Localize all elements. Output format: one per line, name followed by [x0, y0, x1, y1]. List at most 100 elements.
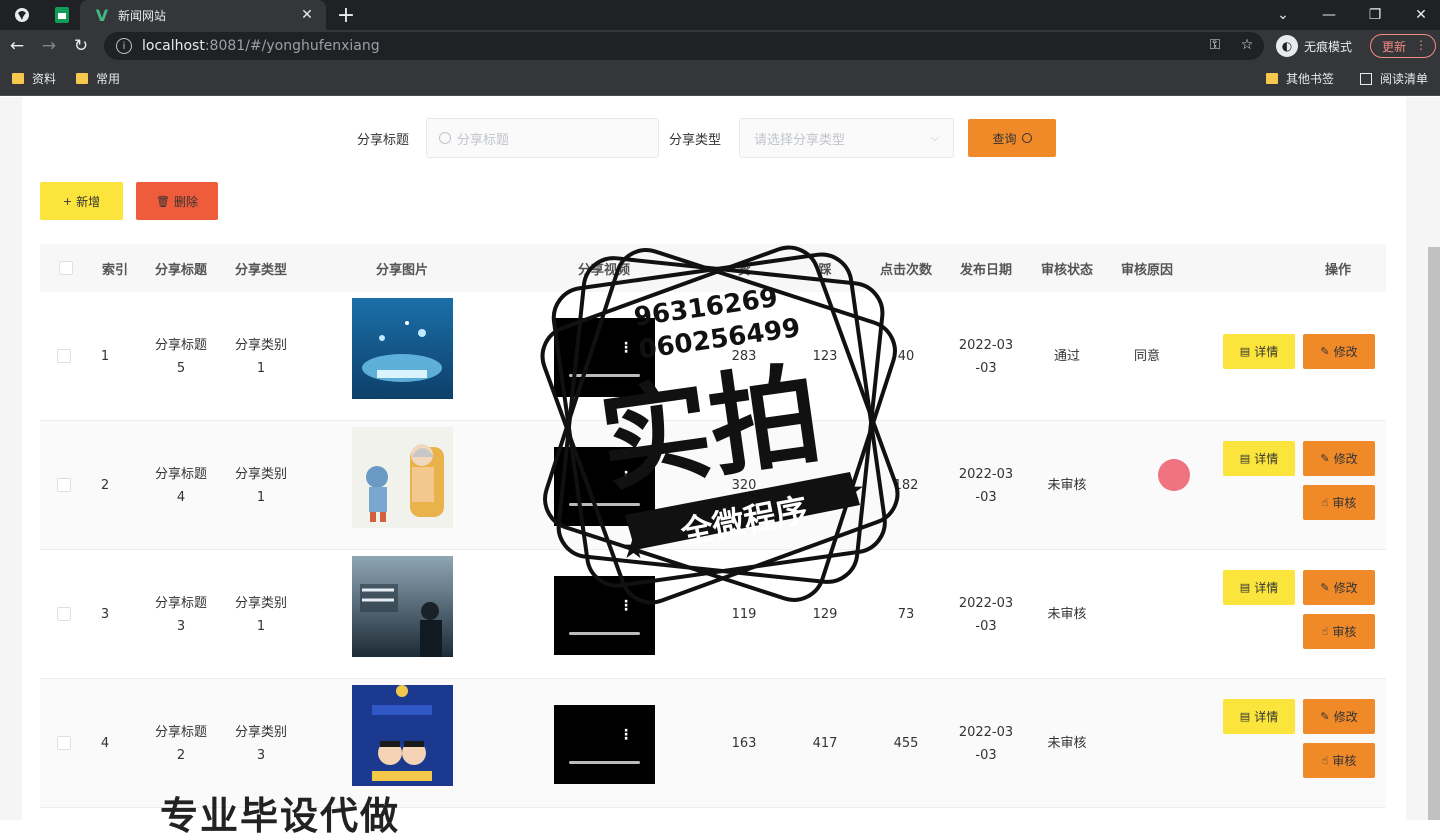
cell-likes: 283 [731, 349, 757, 364]
share-video[interactable]: ⋮ [554, 318, 655, 397]
detail-button[interactable]: ▤ 详情 [1223, 570, 1295, 605]
share-video[interactable]: ⋮ [554, 447, 655, 526]
detail-button[interactable]: ▤ 详情 [1223, 441, 1295, 476]
cursor-highlight [1158, 459, 1190, 491]
header-dislikes: 踩 [818, 263, 832, 278]
cell-index: 1 [100, 349, 110, 364]
key-icon[interactable]: ⚿ [1206, 36, 1224, 54]
new-tab-icon[interactable]: + [334, 2, 358, 28]
reload-icon[interactable]: ↻ [68, 33, 94, 59]
share-image[interactable] [352, 427, 453, 528]
edit-button[interactable]: ✎ 修改 [1303, 570, 1375, 605]
star-icon[interactable]: ☆ [1238, 36, 1256, 54]
bottom-watermark-text: 专业毕设代做 [160, 794, 401, 838]
vertical-scrollbar[interactable] [1428, 247, 1440, 820]
share-image[interactable] [352, 556, 453, 657]
detail-label: 详情 [1254, 345, 1279, 359]
select-all-checkbox[interactable] [59, 261, 73, 275]
incognito-profile[interactable]: ◐ 无痕模式 [1276, 34, 1352, 58]
cell-clicks: 455 [893, 736, 919, 751]
update-button[interactable]: 更新 ⋮ [1370, 34, 1436, 58]
review-label: 审核 [1332, 625, 1357, 639]
tab-search-icon[interactable]: ⌄ [1260, 0, 1306, 30]
cell-type: 分享类别 1 [235, 421, 287, 550]
row-checkbox[interactable] [57, 349, 71, 363]
window-close-icon[interactable]: ✕ [1398, 0, 1440, 30]
chevron-down-icon: ⌵ [930, 131, 939, 144]
review-button[interactable]: ☝ 审核 [1303, 485, 1375, 520]
row-checkbox[interactable] [57, 736, 71, 750]
header-index: 索引 [101, 263, 129, 278]
share-type-select[interactable]: 请选择分享类型 ⌵ [739, 118, 954, 158]
bookmark-label: 阅读清单 [1380, 72, 1429, 86]
header-image: 分享图片 [375, 263, 429, 278]
bookmark-folder-1[interactable]: 资料 [12, 70, 56, 87]
site-info-icon[interactable]: i [116, 38, 132, 54]
pencil-icon: ✎ [1320, 710, 1330, 723]
share-title-input[interactable]: 分享标题 [426, 118, 659, 158]
cell-type: 分享类别 1 [235, 292, 287, 421]
reading-list[interactable]: 阅读清单 [1360, 70, 1428, 87]
type-text: 分享类别 [234, 595, 288, 611]
header-type: 分享类型 [234, 263, 288, 278]
delete-button[interactable]: 🗑 删除 [136, 182, 218, 220]
active-tab[interactable]: V 新闻网站 ✕ [80, 0, 326, 30]
cell-clicks: 40 [897, 349, 915, 364]
date-text-2: -03 [975, 747, 997, 763]
add-button[interactable]: + 新增 [40, 182, 123, 220]
url-bar[interactable]: i localhost:8081/#/yonghufenxiang [104, 32, 1264, 60]
bookmark-label: 资料 [32, 72, 57, 86]
detail-button[interactable]: ▤ 详情 [1223, 334, 1295, 369]
review-button[interactable]: ☝ 审核 [1303, 614, 1375, 649]
trash-icon: 🗑 [156, 194, 170, 208]
cell-index: 3 [100, 607, 110, 622]
folder-icon [12, 73, 24, 84]
back-icon[interactable]: ← [4, 33, 30, 59]
restore-icon[interactable]: ❐ [1352, 0, 1398, 30]
header-title: 分享标题 [154, 263, 208, 278]
cell-date: 2022-03 -03 [959, 421, 1013, 550]
type-num: 1 [256, 618, 266, 634]
edit-button[interactable]: ✎ 修改 [1303, 441, 1375, 476]
edit-button[interactable]: ✎ 修改 [1303, 334, 1375, 369]
address-toolbar: ← → ↻ i localhost:8081/#/yonghufenxiang … [0, 30, 1440, 62]
share-type-label: 分享类型 [669, 133, 722, 148]
review-button[interactable]: ☝ 审核 [1303, 743, 1375, 778]
minimize-icon[interactable]: — [1306, 0, 1352, 30]
vue-logo-icon: V [95, 5, 109, 25]
header-actions: 操作 [1324, 263, 1352, 278]
title-text: 分享标题 [154, 466, 208, 482]
bookmark-label: 常用 [96, 72, 121, 86]
forward-icon[interactable]: → [36, 33, 62, 59]
other-bookmarks[interactable]: 其他书签 [1266, 70, 1334, 87]
table-row: 1 分享标题 5 分享类别 1 ⋮ 283 123 40 2022-03 -03 通过… [40, 292, 1386, 421]
title-text: 分享标题 [154, 595, 208, 611]
header-date: 发布日期 [959, 263, 1013, 278]
query-button[interactable]: 查询 [968, 119, 1056, 157]
cell-date: 2022-03 -03 [959, 292, 1013, 421]
plus-icon: + [62, 194, 73, 208]
delete-label: 删除 [173, 194, 198, 209]
share-image[interactable] [352, 685, 453, 786]
share-video[interactable]: ⋮ [554, 576, 655, 655]
sheets-tab-icon[interactable] [50, 3, 74, 27]
detail-button[interactable]: ▤ 详情 [1223, 699, 1295, 734]
row-checkbox[interactable] [57, 607, 71, 621]
video-menu-icon: ⋮ [619, 340, 633, 356]
video-menu-icon: ⋮ [619, 727, 633, 743]
cell-status: 通过 [1053, 349, 1081, 364]
cell-title: 分享标题 5 [155, 292, 207, 421]
bookmark-folder-2[interactable]: 常用 [76, 70, 120, 87]
close-tab-icon[interactable]: ✕ [298, 6, 316, 24]
cell-date: 2022-03 -03 [959, 550, 1013, 679]
edit-button[interactable]: ✎ 修改 [1303, 699, 1375, 734]
detail-label: 详情 [1254, 710, 1279, 724]
row-checkbox[interactable] [57, 478, 71, 492]
globe-icon[interactable] [10, 3, 34, 27]
reading-list-icon [1360, 72, 1372, 85]
cell-title: 分享标题 3 [155, 550, 207, 679]
share-type-placeholder: 请选择分享类型 [754, 132, 846, 148]
bookmark-label: 其他书签 [1286, 72, 1335, 86]
share-image[interactable] [352, 298, 453, 399]
share-video[interactable]: ⋮ [554, 705, 655, 784]
